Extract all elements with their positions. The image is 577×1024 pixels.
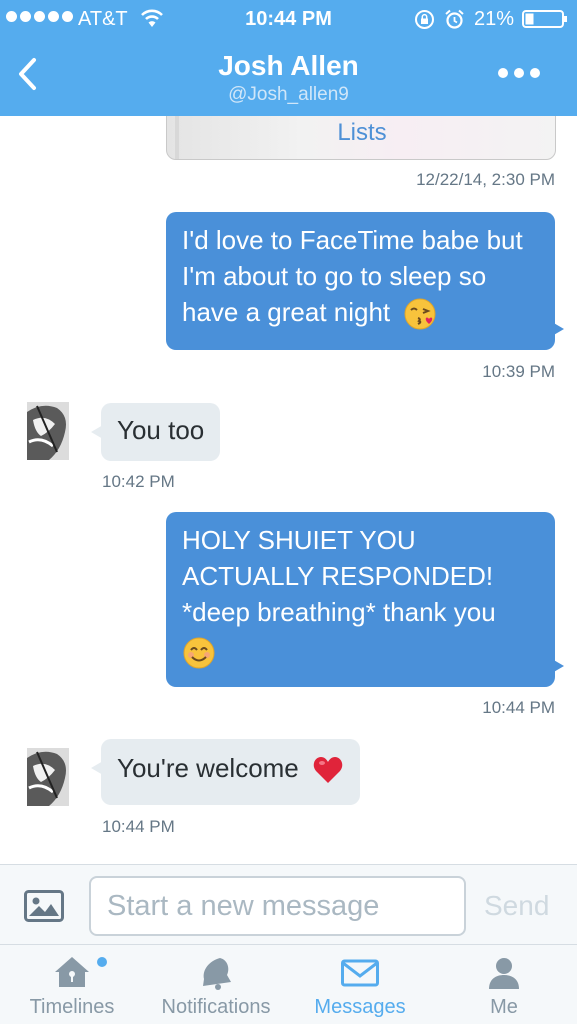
tab-bar: Timelines Notifications Messages Me (0, 944, 577, 1024)
message-timestamp: 10:44 PM (482, 698, 555, 717)
tab-label: Timelines (29, 996, 115, 1018)
new-content-indicator (97, 957, 107, 967)
tab-notifications[interactable]: Notifications (151, 945, 281, 1024)
envelope-icon (341, 959, 379, 987)
kissing-face-emoji (404, 298, 436, 330)
tab-messages[interactable]: Messages (301, 945, 419, 1024)
rotation-lock-icon (415, 10, 434, 29)
conversation-handle: @Josh_allen9 (228, 84, 349, 105)
tab-label: Me (490, 996, 518, 1018)
incoming-message: You too (90, 403, 221, 461)
message-text: HOLY SHUIET YOU ACTUALLY RESPONDED! *dee… (182, 525, 496, 627)
message-input[interactable] (89, 876, 466, 936)
outgoing-message: HOLY SHUIET YOU ACTUALLY RESPONDED! *dee… (166, 512, 564, 687)
status-bar: AT&T 10:44 PM 21% (0, 0, 577, 38)
tab-timelines[interactable]: Timelines (14, 945, 130, 1024)
outgoing-message: I'd love to FaceTime babe but I'm about … (166, 212, 564, 350)
message-text: I'd love to FaceTime babe but I'm about … (182, 225, 523, 327)
avatar[interactable] (27, 402, 69, 460)
tab-label: Notifications (161, 996, 271, 1018)
avatar-image (27, 402, 69, 460)
shared-card[interactable]: Lists (166, 116, 556, 160)
message-timestamp: 10:42 PM (102, 472, 175, 491)
alarm-clock-icon (445, 9, 464, 29)
shared-card-label[interactable]: Lists (167, 119, 555, 147)
battery-percent: 21% (474, 8, 515, 30)
message-text: You're welcome (117, 753, 299, 783)
red-heart-emoji (313, 757, 343, 784)
message-timestamp: 10:39 PM (482, 362, 555, 381)
person-icon (489, 958, 519, 989)
avatar-image (27, 748, 69, 806)
conversation-title: Josh Allen (218, 50, 359, 81)
bell-icon (203, 958, 231, 990)
message-timestamp: 10:44 PM (102, 817, 175, 836)
photo-icon[interactable] (24, 890, 64, 922)
tab-label: Messages (314, 996, 406, 1018)
avatar[interactable] (27, 748, 69, 806)
more-options-icon[interactable] (498, 68, 540, 78)
home-icon (55, 957, 89, 987)
tab-me[interactable]: Me (446, 945, 562, 1024)
incoming-message: You're welcome (90, 739, 361, 805)
battery-icon (522, 10, 567, 28)
smiling-face-emoji (183, 637, 215, 669)
header: AT&T 10:44 PM 21% Josh Allen @Josh_allen… (0, 0, 577, 116)
conversation-thread[interactable]: Lists 12/22/14, 2:30 PM I'd love to Face… (0, 116, 577, 864)
send-button[interactable]: Send (484, 890, 549, 922)
message-composer: Send (0, 864, 577, 944)
message-timestamp: 12/22/14, 2:30 PM (416, 170, 555, 189)
message-text: You too (117, 415, 205, 445)
